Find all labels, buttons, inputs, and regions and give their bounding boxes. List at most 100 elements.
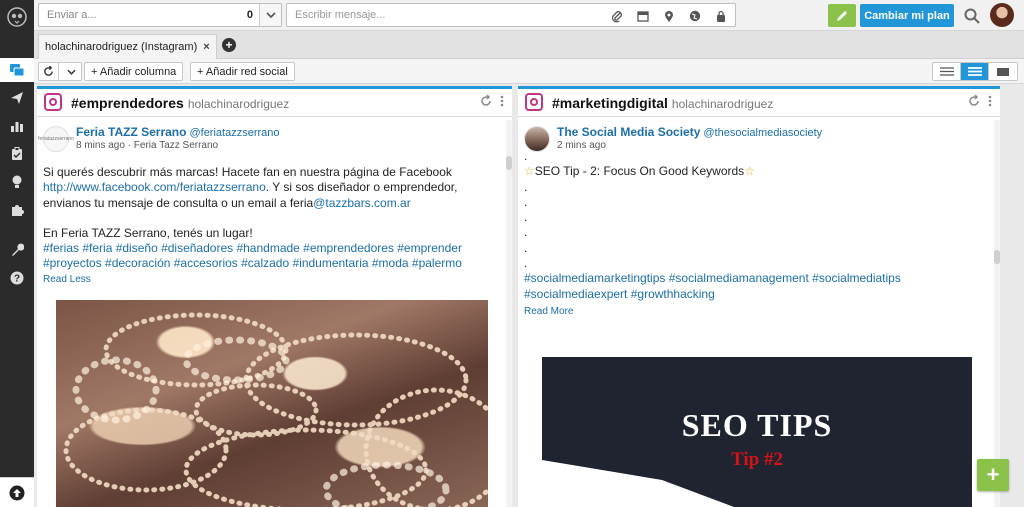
add-stream-fab[interactable]: + — [977, 459, 1009, 491]
tools-icon[interactable] — [0, 238, 34, 262]
refresh-icon[interactable] — [968, 94, 980, 110]
hashtags-line[interactable]: #socialmediamarketingtips #socialmediama… — [524, 271, 990, 286]
author-name[interactable]: The Social Media Society — [557, 125, 700, 139]
view-columns-icon[interactable] — [961, 63, 989, 80]
publisher-icon[interactable] — [0, 86, 34, 110]
post-text-dot: . — [524, 149, 528, 163]
add-column-button[interactable]: + Añadir columna — [84, 62, 184, 81]
facebook-link[interactable]: http://www.facebook.com/feriatazzserrano — [43, 180, 266, 194]
email-link[interactable]: @tazzbars.com.ar — [313, 196, 411, 210]
post-meta: 8 mins ago · Feria Tazz Serrano — [76, 140, 218, 151]
right-gutter — [1000, 86, 1024, 507]
star-icon: ☆ — [744, 164, 755, 179]
post-text-dot: . — [524, 225, 528, 240]
post-image[interactable]: SEO TIPS Tip #2 — [542, 357, 972, 507]
top-bar: Enviar a... 0 Escribir mensaje... Cambia… — [34, 0, 1024, 31]
stream-title[interactable]: #marketingdigital holachinarodriguez — [552, 95, 773, 111]
view-list-icon[interactable] — [933, 63, 961, 80]
author-name[interactable]: Feria TAZZ Serrano — [76, 125, 186, 139]
author-handle[interactable]: @thesocialmediasociety — [703, 127, 822, 139]
stream-title[interactable]: #emprendedores holachinarodriguez — [71, 95, 289, 111]
search-icon[interactable] — [962, 6, 982, 26]
svg-text:?: ? — [14, 274, 20, 285]
post-text-line: http://www.facebook.com/feriatazzserrano… — [43, 180, 502, 195]
refresh-menu[interactable] — [38, 62, 82, 81]
post-text-line: Si querés descubrir más marcas! Hacete f… — [43, 165, 452, 179]
send-to-field[interactable]: Enviar a... 0 — [38, 3, 282, 27]
post-text-dot: . — [524, 240, 528, 255]
post-text: envianos tu mensaje de consulta o un ema… — [43, 195, 314, 210]
assignments-icon[interactable] — [0, 142, 34, 166]
read-more-link[interactable]: Read More — [524, 304, 990, 319]
image-title: SEO TIPS — [681, 407, 833, 443]
lock-icon[interactable] — [713, 8, 729, 24]
attachment-icon[interactable] — [609, 8, 625, 24]
apps-icon[interactable] — [0, 198, 34, 222]
post-source: · Feria Tazz Serrano — [127, 140, 219, 151]
globe-icon[interactable] — [687, 8, 703, 24]
add-tab-button[interactable]: + — [222, 38, 236, 52]
post-author[interactable]: Feria TAZZ Serrano @feriatazzserrano — [76, 125, 280, 139]
stream-column-marketingdigital: #marketingdigital holachinarodriguez The … — [518, 86, 1000, 507]
post-headline: ☆SEO Tip - 2: Focus On Good Keywords☆ — [524, 164, 990, 179]
post-author[interactable]: The Social Media Society @thesocialmedias… — [557, 125, 822, 139]
compose-placeholder: Escribir mensaje... — [295, 9, 386, 21]
view-switcher — [932, 62, 1018, 81]
post-body: Si querés descubrir más marcas! Hacete f… — [43, 165, 502, 287]
stream-hashtag: #marketingdigital — [552, 95, 668, 111]
post-body: . ☆SEO Tip - 2: Focus On Good Keywords☆ … — [524, 149, 990, 319]
post-text-dot: . — [524, 256, 528, 271]
owl-logo-icon[interactable] — [0, 0, 34, 34]
tab-bar: holachinarodriguez (Instagram) × + — [34, 31, 1024, 59]
star-icon: ☆ — [524, 164, 535, 179]
user-avatar[interactable] — [990, 3, 1014, 27]
send-to-placeholder: Enviar a... — [47, 9, 97, 21]
close-icon[interactable]: × — [203, 41, 209, 53]
post-text: . Y si sos diseñador o emprendedor, — [265, 180, 458, 195]
instagram-icon — [525, 93, 543, 111]
stream-account: holachinarodriguez — [671, 97, 774, 111]
add-network-button[interactable]: + Añadir red social — [190, 62, 295, 81]
campaigns-icon[interactable] — [0, 170, 34, 194]
upgrade-plan-button[interactable]: Cambiar mi plan — [860, 4, 954, 27]
stream-column-emprendedores: #emprendedores holachinarodriguez feriata… — [37, 86, 512, 507]
hashtags-line[interactable]: #ferias #feria #diseño #diseñadores #han… — [43, 241, 502, 256]
tab-instagram[interactable]: holachinarodriguez (Instagram) × — [38, 34, 217, 59]
instagram-icon — [44, 93, 62, 111]
stream-hashtag: #emprendedores — [71, 95, 184, 111]
view-grid-icon[interactable] — [989, 63, 1017, 80]
post-text: SEO Tip - 2: Focus On Good Keywords — [534, 164, 745, 179]
hashtags-line[interactable]: #proyectos #decoración #accesorios #calz… — [43, 256, 502, 271]
compose-pencil-button[interactable] — [828, 4, 856, 27]
post-text-dot: . — [524, 210, 528, 225]
chevron-down-icon[interactable] — [259, 4, 281, 26]
stream-account: holachinarodriguez — [187, 97, 290, 111]
help-icon[interactable]: ? — [0, 266, 34, 290]
post-text-dot: . — [524, 179, 528, 194]
hashtags-line[interactable]: #socialmediaexpert #growthhacking — [524, 287, 990, 302]
refresh-icon[interactable] — [480, 94, 492, 110]
author-handle[interactable]: @feriatazzserrano — [189, 127, 279, 139]
left-sidebar: ? — [0, 0, 34, 507]
stream-header: #marketingdigital holachinarodriguez — [518, 89, 1000, 117]
post-time[interactable]: 8 mins ago — [76, 140, 125, 151]
compose-message-field[interactable]: Escribir mensaje... — [286, 3, 736, 27]
scrollbar[interactable] — [506, 120, 512, 507]
read-less-link[interactable]: Read Less — [43, 272, 502, 287]
refresh-icon[interactable] — [39, 63, 59, 80]
location-pin-icon[interactable] — [661, 8, 677, 24]
chevron-down-icon[interactable] — [63, 69, 81, 75]
analytics-icon[interactable] — [0, 114, 34, 138]
post-text-line: envianos tu mensaje de consulta o un ema… — [43, 196, 502, 211]
more-options-icon[interactable] — [988, 95, 992, 110]
streams-icon[interactable] — [0, 58, 34, 82]
avatar[interactable]: feriatazzserrano — [38, 126, 74, 152]
upload-icon[interactable] — [0, 477, 34, 507]
post-image[interactable] — [56, 300, 488, 507]
calendar-icon[interactable] — [635, 8, 651, 24]
send-to-count: 0 — [246, 9, 253, 21]
tab-label: holachinarodriguez (Instagram) — [45, 41, 198, 53]
more-options-icon[interactable] — [500, 95, 504, 110]
stream-header: #emprendedores holachinarodriguez — [37, 89, 512, 117]
post-text-dot: . — [524, 194, 528, 209]
